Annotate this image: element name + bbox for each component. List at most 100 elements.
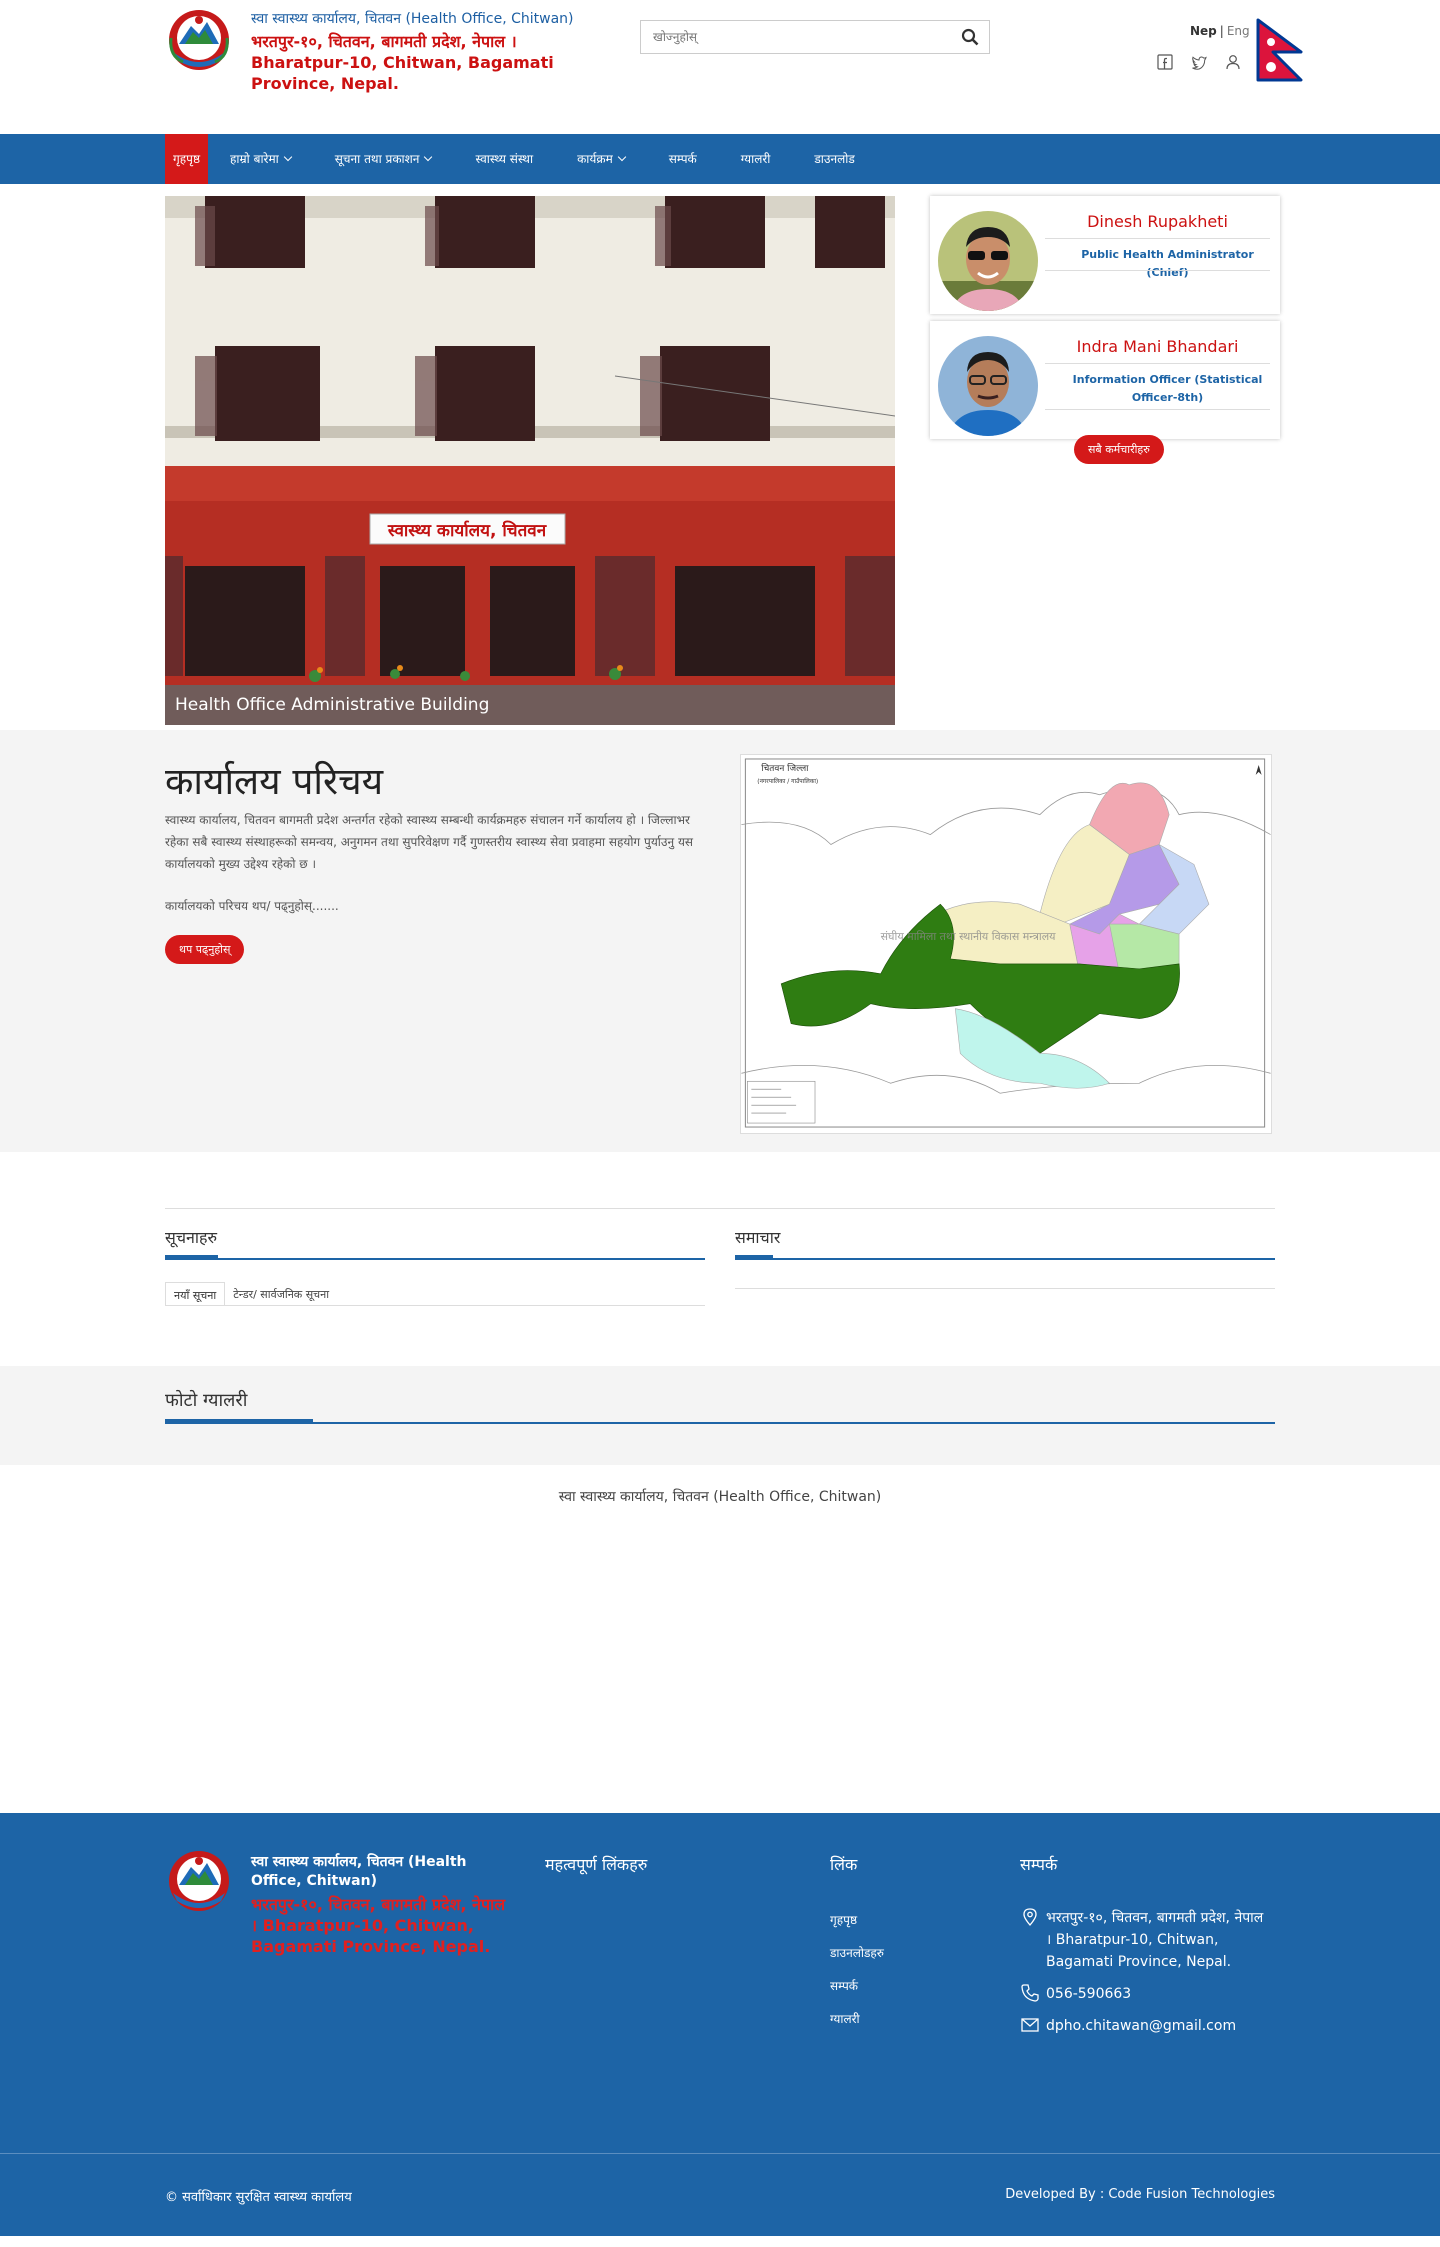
chevron-down-icon bbox=[424, 152, 433, 162]
contact-phone[interactable]: 056-590663 bbox=[1046, 1983, 1131, 2005]
site-footer: स्वा स्वास्थ्य कार्यालय, चितवन (Health O… bbox=[0, 1813, 1440, 2153]
notices-underline bbox=[165, 1255, 705, 1260]
profile-name[interactable]: Indra Mani Bhandari bbox=[1045, 337, 1270, 356]
footer-link-home[interactable]: गृहपृष्ठ bbox=[830, 1911, 884, 1944]
nav-item-label: ग्यालरी bbox=[740, 152, 771, 166]
footer-contact-title: सम्पर्क bbox=[1020, 1855, 1058, 1874]
profile-divider bbox=[1045, 270, 1270, 271]
profile-photo bbox=[938, 336, 1038, 436]
notice-tabs: नयाँ सूचना टेन्डर/ सार्वजनिक सूचना bbox=[165, 1282, 705, 1306]
facebook-page-link[interactable]: स्वा स्वास्थ्य कार्यालय, चितवन (Health O… bbox=[165, 1487, 1275, 1506]
main-navigation: गृहपृष्ठ हाम्रो बारेमा सूचना तथा प्रकाशन… bbox=[0, 134, 1440, 184]
intro-section: कार्यालय परिचय स्वास्थ्य कार्यालय, चितवन… bbox=[0, 730, 1440, 1152]
footer-link-gallery[interactable]: ग्यालरी bbox=[830, 2010, 884, 2043]
facebook-feed-section: स्वा स्वास्थ्य कार्यालय, चितवन (Health O… bbox=[165, 1465, 1275, 1813]
building-sign: स्वास्थ्य कार्यालय, चितवन bbox=[387, 520, 547, 541]
government-emblem-logo[interactable] bbox=[165, 8, 233, 72]
intro-heading: कार्यालय परिचय bbox=[165, 760, 384, 803]
map-title: चितवन जिल्ला bbox=[761, 762, 809, 774]
footer-links-list: गृहपृष्ठ डाउनलोडहरु सम्पर्क ग्यालरी bbox=[830, 1911, 884, 2043]
hero-section: स्वास्थ्य कार्यालय, चितवन Health Office … bbox=[165, 184, 1280, 730]
intro-more-text: कार्यालयको परिचय थप/ पढ्नुहोस्....... bbox=[165, 899, 339, 913]
lang-eng-link[interactable]: Eng bbox=[1227, 24, 1250, 38]
language-switcher: Nep | Eng bbox=[1190, 24, 1250, 38]
profile-role: Public Health Administrator (Chief) bbox=[1081, 248, 1254, 279]
footer-link-contact[interactable]: सम्पर्क bbox=[830, 1977, 884, 2010]
nav-item-label: डाउनलोड bbox=[814, 152, 855, 166]
contact-phone-row: 056-590663 bbox=[1020, 1983, 1270, 2005]
nav-item-contact[interactable]: सम्पर्क bbox=[647, 134, 719, 184]
nav-item-health-institutions[interactable]: स्वास्थ्य संस्था bbox=[453, 134, 555, 184]
location-icon bbox=[1023, 1908, 1037, 1926]
tab-new-notices[interactable]: नयाँ सूचना bbox=[165, 1282, 226, 1305]
search-icon[interactable] bbox=[961, 28, 979, 46]
office-name: स्वा स्वास्थ्य कार्यालय, चितवन (Health O… bbox=[251, 11, 574, 27]
news-list-divider bbox=[735, 1288, 1275, 1289]
intro-paragraph: स्वास्थ्य कार्यालय, चितवन बागमती प्रदेश … bbox=[165, 813, 694, 871]
site-header: स्वा स्वास्थ्य कार्यालय, चितवन (Health O… bbox=[0, 0, 1440, 134]
district-map-image: चितवन जिल्ला (नगरपालिका / गाउँपालिका) सं… bbox=[741, 755, 1271, 1133]
nav-item-programs[interactable]: कार्यक्रम bbox=[555, 134, 647, 184]
nav-item-label: सम्पर्क bbox=[668, 152, 697, 166]
footer-important-links-title: महत्वपूर्ण लिंकहरु bbox=[545, 1855, 648, 1874]
footer-emblem-logo[interactable] bbox=[165, 1849, 233, 1913]
phone-icon bbox=[1021, 1984, 1039, 2002]
nav-item-gallery[interactable]: ग्यालरी bbox=[719, 134, 793, 184]
nav-item-download[interactable]: डाउनलोड bbox=[792, 134, 876, 184]
tab-tender-notices[interactable]: टेन्डर/ सार्वजनिक सूचना bbox=[225, 1282, 337, 1305]
nav-item-about[interactable]: हाम्रो बारेमा bbox=[208, 134, 313, 184]
contact-email-row: dpho.chitawan@gmail.com bbox=[1020, 2015, 1270, 2037]
footer-bottom-bar: © सर्वाधिकार सुरक्षित स्वास्थ्य कार्यालय… bbox=[0, 2153, 1440, 2236]
contact-address: भरतपुर-१०, चितवन, बागमती प्रदेश, नेपाल ।… bbox=[1046, 1910, 1264, 1970]
gallery-title: फोटो ग्यालरी bbox=[165, 1390, 248, 1411]
chevron-down-icon bbox=[617, 152, 627, 162]
search-box bbox=[640, 20, 990, 54]
read-more-button[interactable]: थप पढ्नुहोस् bbox=[165, 935, 245, 964]
search-input[interactable] bbox=[641, 21, 941, 53]
profile-card[interactable]: Dinesh Rupakheti Public Health Administr… bbox=[930, 196, 1280, 314]
news-title: समाचार bbox=[735, 1228, 781, 1247]
map-watermark: संघीय मामिला तथा स्थानीय विकास मन्त्रालय bbox=[881, 930, 1056, 943]
gallery-underline bbox=[165, 1419, 1275, 1424]
office-address: भरतपुर-१०, चितवन, बागमती प्रदेश, नेपाल ।… bbox=[251, 32, 554, 93]
nav-item-label: कार्यक्रम bbox=[577, 152, 613, 166]
notices-title: सूचनाहरु bbox=[165, 1228, 218, 1247]
mail-icon bbox=[1021, 2018, 1039, 2032]
profile-name[interactable]: Dinesh Rupakheti bbox=[1045, 212, 1270, 231]
developer-credit[interactable]: Developed By : Code Fusion Technologies bbox=[1005, 2187, 1275, 2202]
image-slider[interactable]: स्वास्थ्य कार्यालय, चितवन Health Office … bbox=[165, 196, 895, 725]
nav-item-publications[interactable]: सूचना तथा प्रकाशन bbox=[313, 134, 454, 184]
notices-section: सूचनाहरु समाचार नयाँ सूचना टेन्डर/ सार्व… bbox=[165, 1152, 1275, 1366]
facebook-icon[interactable] bbox=[1157, 54, 1173, 70]
nav-item-label: हाम्रो बारेमा bbox=[230, 152, 279, 166]
nav-item-label: स्वास्थ्य संस्था bbox=[475, 152, 534, 166]
lang-nep-link[interactable]: Nep bbox=[1190, 24, 1217, 38]
all-staff-button[interactable]: सबै कर्मचारीहरु bbox=[1074, 435, 1164, 464]
profile-divider bbox=[1045, 409, 1270, 410]
profile-divider bbox=[1045, 238, 1270, 239]
profile-role: Information Officer (Statistical Officer… bbox=[1072, 373, 1263, 404]
nepal-flag bbox=[1256, 18, 1303, 82]
section-divider bbox=[165, 1208, 1275, 1209]
nav-menu: गृहपृष्ठ हाम्रो बारेमा सूचना तथा प्रकाशन… bbox=[165, 134, 1275, 184]
profile-photo bbox=[938, 211, 1038, 311]
twitter-icon[interactable] bbox=[1191, 54, 1207, 70]
lang-separator: | bbox=[1219, 24, 1224, 38]
header-title-block: स्वा स्वास्थ्य कार्यालय, चितवन (Health O… bbox=[251, 10, 591, 94]
user-icon[interactable] bbox=[1225, 54, 1241, 70]
nav-item-home[interactable]: गृहपृष्ठ bbox=[165, 134, 209, 184]
news-underline bbox=[735, 1255, 1275, 1260]
footer-contact-block: भरतपुर-१०, चितवन, बागमती प्रदेश, नेपाल ।… bbox=[1020, 1907, 1270, 2047]
profile-card[interactable]: Indra Mani Bhandari Information Officer … bbox=[930, 321, 1280, 439]
footer-office-name: स्वा स्वास्थ्य कार्यालय, चितवन (Health O… bbox=[251, 1854, 467, 1889]
building-photo: स्वास्थ्य कार्यालय, चितवन bbox=[165, 196, 895, 725]
social-links bbox=[1157, 54, 1241, 70]
contact-address-row: भरतपुर-१०, चितवन, बागमती प्रदेश, नेपाल ।… bbox=[1020, 1907, 1270, 1973]
district-map[interactable]: चितवन जिल्ला (नगरपालिका / गाउँपालिका) सं… bbox=[740, 754, 1272, 1134]
footer-links-title: लिंक bbox=[830, 1855, 858, 1874]
footer-link-downloads[interactable]: डाउनलोडहरु bbox=[830, 1944, 884, 1977]
footer-title-block: स्वा स्वास्थ्य कार्यालय, चितवन (Health O… bbox=[251, 1853, 506, 1957]
nav-item-label: सूचना तथा प्रकाशन bbox=[334, 152, 420, 166]
profile-divider bbox=[1045, 363, 1270, 364]
contact-email[interactable]: dpho.chitawan@gmail.com bbox=[1046, 2015, 1236, 2037]
